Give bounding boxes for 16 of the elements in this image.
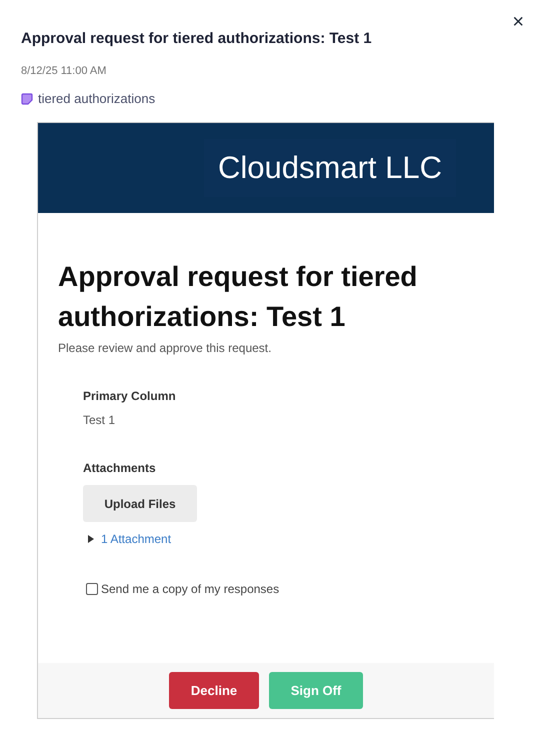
decline-button[interactable]: Decline <box>169 672 259 709</box>
field-value: Test 1 <box>83 412 116 429</box>
field-label: Primary Column <box>83 388 177 405</box>
attachment-link[interactable]: 1 Attachment <box>101 530 172 548</box>
field-label: Attachments <box>83 460 157 477</box>
note-icon <box>21 92 33 105</box>
form-description: Please review and approve this request. <box>58 340 272 357</box>
checkbox[interactable] <box>86 583 98 595</box>
checkbox-label: Send me a copy of my responses <box>101 581 280 598</box>
close-button[interactable]: × <box>512 12 524 32</box>
caret-icon[interactable] <box>87 535 95 543</box>
tag-label[interactable]: tiered authorizations <box>38 89 156 108</box>
form-heading: Approval request for tiered authorizations: Test 1 <box>58 260 418 334</box>
dialog-title: Approval request for tiered authorizations: Test 1 <box>21 29 373 49</box>
upload-button[interactable]: Upload Files <box>83 485 197 522</box>
timestamp: 8/12/25 11:00 AM <box>21 64 108 78</box>
